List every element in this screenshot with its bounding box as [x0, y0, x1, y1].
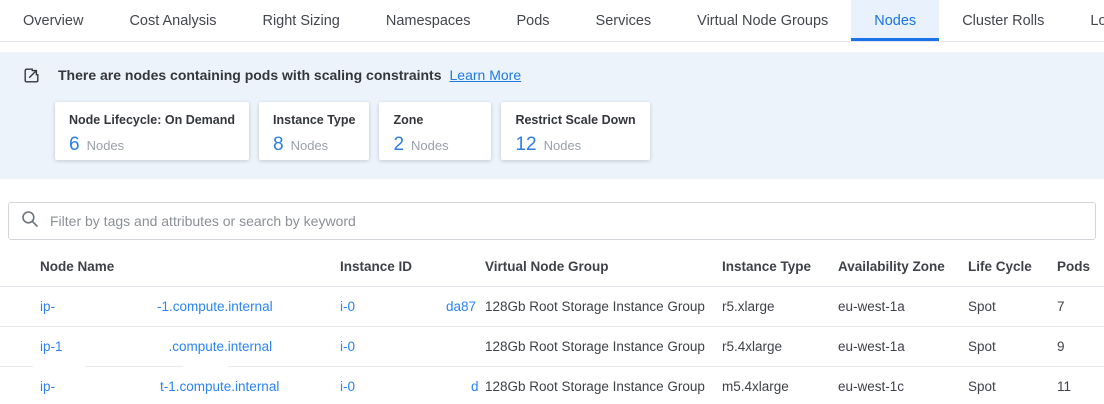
card-unit: Nodes: [544, 138, 582, 153]
col-node-name: Node Name: [40, 259, 340, 274]
instance-type-cell: r5.xlarge: [722, 299, 838, 314]
tab-nodes[interactable]: Nodes: [851, 0, 939, 41]
availability-zone-cell: eu-west-1a: [838, 299, 968, 314]
scaling-constraints-panel: There are nodes containing pods with sca…: [0, 52, 1104, 179]
card-title: Zone: [393, 113, 477, 127]
card-title: Node Lifecycle: On Demand: [69, 113, 235, 127]
row-checkbox[interactable]: [14, 299, 30, 315]
scale-down-constraint-icon: [22, 66, 41, 85]
tab-cluster-rolls[interactable]: Cluster Rolls: [939, 0, 1067, 41]
col-availability-zone: Availability Zone: [838, 259, 968, 274]
card-value: 12: [515, 134, 536, 156]
col-virtual-node-group: Virtual Node Group: [485, 259, 722, 274]
redaction-patch: [183, 365, 228, 369]
notice-message: There are nodes containing pods with sca…: [58, 67, 442, 83]
node-name-link[interactable]: ip--1.compute.internal: [40, 299, 340, 314]
card-value: 8: [273, 134, 284, 156]
card-unit: Nodes: [291, 138, 329, 153]
virtual-node-group-cell: 128Gb Root Storage Instance Group: [485, 299, 722, 314]
instance-id-link[interactable]: i-0: [340, 339, 485, 354]
life-cycle-cell: Spot: [968, 379, 1057, 394]
col-pods: Pods: [1057, 259, 1104, 274]
search-input[interactable]: [50, 213, 1083, 229]
redaction-patch: [33, 365, 85, 369]
tab-overview[interactable]: Overview: [0, 0, 106, 41]
availability-zone-cell: eu-west-1c: [838, 379, 968, 394]
table-row: ip-1.compute.internal i-0 128Gb Root Sto…: [0, 327, 1104, 367]
card-unit: Nodes: [411, 138, 449, 153]
life-cycle-cell: Spot: [968, 299, 1057, 314]
notice-banner: There are nodes containing pods with sca…: [0, 63, 1104, 87]
life-cycle-cell: Spot: [968, 339, 1057, 354]
tab-services[interactable]: Services: [573, 0, 675, 41]
pods-cell: 11: [1057, 379, 1104, 394]
instance-id-link[interactable]: i-0da87: [340, 299, 485, 314]
instance-type-cell: r5.4xlarge: [722, 339, 838, 354]
tab-right-sizing[interactable]: Right Sizing: [239, 0, 362, 41]
card-unit: Nodes: [87, 138, 125, 153]
nodes-table: Node Name Instance ID Virtual Node Group…: [0, 247, 1104, 404]
node-name-link[interactable]: ip-1.compute.internal: [40, 339, 340, 354]
card-zone[interactable]: Zone 2 Nodes: [379, 102, 491, 160]
tab-namespaces[interactable]: Namespaces: [363, 0, 494, 41]
card-node-lifecycle[interactable]: Node Lifecycle: On Demand 6 Nodes: [55, 102, 249, 160]
card-instance-type[interactable]: Instance Type 8 Nodes: [259, 102, 369, 160]
constraint-summary-cards: Node Lifecycle: On Demand 6 Nodes Instan…: [55, 102, 1104, 160]
node-name-link[interactable]: ip-t-1.compute.internal: [40, 379, 340, 394]
card-title: Restrict Scale Down: [515, 113, 635, 127]
pods-cell: 7: [1057, 299, 1104, 314]
col-instance-type: Instance Type: [722, 259, 838, 274]
tab-bar: Overview Cost Analysis Right Sizing Name…: [0, 0, 1104, 42]
row-checkbox[interactable]: [14, 339, 30, 355]
card-title: Instance Type: [273, 113, 355, 127]
card-restrict-scale-down[interactable]: Restrict Scale Down 12 Nodes: [501, 102, 649, 160]
instance-type-cell: m5.4xlarge: [722, 379, 838, 394]
col-instance-id: Instance ID: [340, 259, 485, 274]
redacted-segment: [63, 346, 169, 347]
card-value: 2: [393, 134, 404, 156]
learn-more-link[interactable]: Learn More: [450, 67, 522, 83]
pods-cell: 9: [1057, 339, 1104, 354]
table-row: ip--1.compute.internal i-0da87 128Gb Roo…: [0, 287, 1104, 327]
table-row: ip-t-1.compute.internal i-0d 128Gb Root …: [0, 367, 1104, 404]
tab-pods[interactable]: Pods: [493, 0, 572, 41]
row-checkbox[interactable]: [14, 379, 30, 395]
redacted-segment: [55, 306, 157, 307]
table-header-row: Node Name Instance ID Virtual Node Group…: [0, 247, 1104, 287]
availability-zone-cell: eu-west-1a: [838, 339, 968, 354]
tab-virtual-node-groups[interactable]: Virtual Node Groups: [674, 0, 851, 41]
instance-id-link[interactable]: i-0d: [340, 379, 485, 394]
redacted-segment: [55, 386, 160, 387]
col-life-cycle: Life Cycle: [968, 259, 1057, 274]
redacted-segment: [355, 306, 446, 307]
virtual-node-group-cell: 128Gb Root Storage Instance Group: [485, 339, 722, 354]
virtual-node-group-cell: 128Gb Root Storage Instance Group: [485, 379, 722, 394]
search-icon: [21, 210, 39, 233]
tab-cost-analysis[interactable]: Cost Analysis: [106, 0, 239, 41]
select-all-checkbox[interactable]: [14, 259, 30, 275]
redacted-segment: [355, 386, 471, 387]
filter-search-box[interactable]: [8, 202, 1096, 240]
tab-log[interactable]: Log: [1067, 0, 1104, 41]
card-value: 6: [69, 134, 80, 156]
